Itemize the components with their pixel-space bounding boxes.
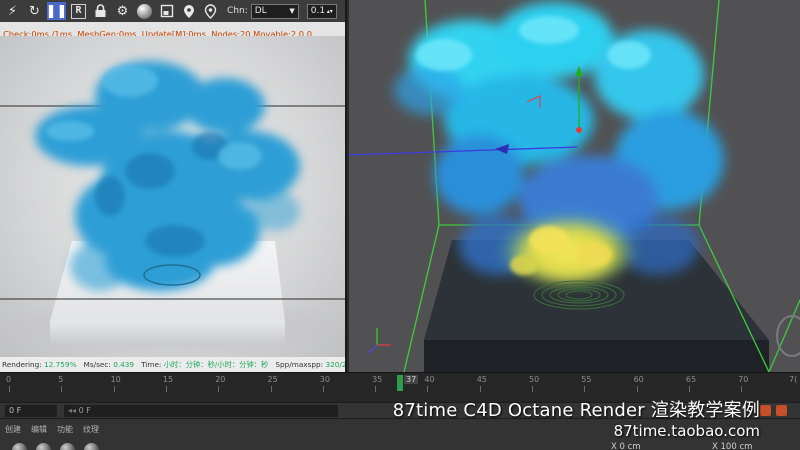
timeline-tick-mark [532, 386, 533, 392]
stepper-icon: ▴▾ [326, 7, 333, 15]
frame-field-icon: ◂◂ [68, 406, 79, 415]
material-sphere-icon[interactable] [135, 2, 154, 20]
octane-stats-bar: Check:0ms./1ms. MeshGen:0ms. Update[M]:0… [0, 22, 345, 39]
octane-toolbar: ⚡ ↻ ❚❚ R ⚙ Chn: DL ▼ 0.1 ▴▾ [0, 0, 345, 22]
pin-target-icon[interactable] [201, 2, 220, 20]
pause-icon[interactable]: ❚❚ [46, 2, 67, 20]
rendering-stat: Rendering: 12.759% [2, 360, 77, 369]
channel-value: DL [254, 6, 267, 16]
timeline-tick-label: 0 [6, 375, 12, 384]
c4d-viewport[interactable] [349, 0, 800, 372]
coordinate-x-field[interactable]: X 0 cm [611, 442, 641, 450]
timeline-tick-mark [270, 386, 272, 392]
viewport-scene-svg [349, 0, 800, 372]
pivot-point [576, 127, 582, 133]
ms-sec-stat: Ms/sec: 0.439 [83, 360, 135, 369]
material-thumbnail[interactable] [60, 443, 75, 450]
spp-stat: Spp/maxspp: 320/2508 [275, 360, 347, 369]
menu-function[interactable]: 功能 [57, 424, 73, 435]
octane-live-viewer: ⚡ ↻ ❚❚ R ⚙ Chn: DL ▼ 0.1 ▴▾ Check:0ms./1… [0, 0, 347, 372]
timeline-tick-label: 70 [738, 375, 749, 384]
menu-edit[interactable]: 编辑 [31, 424, 47, 435]
size-x-field[interactable]: X 100 cm [712, 442, 752, 450]
sample-select[interactable]: 0.1 ▴▾ [306, 3, 337, 19]
octane-status-bar: Rendering: 12.759% Ms/sec: 0.439 Time: 小… [0, 357, 347, 372]
timeline-tick-mark [61, 386, 63, 392]
timeline-tick-label: 60 [633, 375, 644, 384]
timeline-tick-mark [584, 386, 586, 392]
square-icon[interactable] [157, 2, 176, 20]
timeline-tick-mark [375, 386, 377, 392]
channel-select[interactable]: DL ▼ [250, 3, 299, 19]
octane-render-image[interactable] [0, 36, 345, 357]
timeline-tick-label: 25 [267, 375, 278, 384]
timeline-tick-mark [9, 386, 10, 392]
start-frame-field[interactable]: 0 F [5, 405, 57, 417]
timeline-tick-mark [741, 386, 743, 392]
lightning-icon[interactable]: ⚡ [3, 2, 22, 20]
timeline-tick-label: 65 [685, 375, 697, 384]
timeline-tick-mark [113, 386, 115, 392]
channel-label: Chn: [227, 6, 248, 16]
watermark-url: 87time.taobao.com [613, 422, 760, 440]
timeline-end-label: 7( [789, 375, 798, 384]
r-box-icon[interactable]: R [69, 2, 88, 20]
menu-create[interactable]: 创建 [5, 424, 21, 435]
material-thumbnail[interactable] [12, 443, 27, 450]
chevron-down-icon: ▼ [289, 7, 295, 15]
playhead[interactable] [397, 375, 403, 391]
timeline-tick-mark [218, 386, 220, 392]
pin-icon[interactable] [179, 2, 198, 20]
lock-icon[interactable] [91, 2, 110, 20]
timeline-tick-label: 30 [319, 375, 330, 384]
watermark-title: 87time C4D Octane Render 渲染教学案例 [392, 400, 760, 421]
timeline-tick-label: 50 [529, 375, 540, 384]
refresh-icon[interactable]: ↻ [25, 2, 44, 20]
material-thumbnail[interactable] [36, 443, 51, 450]
frame-field-value: 0 F [78, 406, 91, 415]
timeline-tick-mark [636, 386, 638, 392]
sample-value: 0.1 [310, 6, 326, 16]
timeline-tick-mark [165, 386, 167, 392]
timeline-tick-label: 45 [476, 375, 487, 384]
current-frame-label: 37 [404, 375, 419, 384]
timeline-tick-mark [479, 386, 481, 392]
record-button[interactable] [760, 405, 771, 416]
current-frame-field[interactable]: ◂◂ 0 F [64, 405, 338, 417]
timeline-tick-label: 40 [424, 375, 435, 384]
timeline-tick-label: 20 [215, 375, 226, 384]
timeline-tick-mark [427, 386, 429, 392]
timeline-tick-mark [322, 386, 324, 392]
timeline-tick-label: 5 [58, 375, 64, 384]
gear-icon[interactable]: ⚙ [113, 2, 132, 20]
timeline-tick-mark [688, 386, 690, 392]
timeline-tick-label: 15 [162, 375, 174, 384]
timeline-tick-label: 35 [372, 375, 383, 384]
c4d-window: ⚡ ↻ ❚❚ R ⚙ Chn: DL ▼ 0.1 ▴▾ Check:0ms./1… [0, 0, 800, 450]
time-stat: Time: 小时：分钟：秒/小时：分钟：秒 [141, 359, 269, 369]
timeline-tick-label: 10 [110, 375, 121, 384]
smoke-render-svg [0, 61, 345, 350]
material-thumbnail[interactable] [84, 443, 99, 450]
material-menu: 创建 编辑 功能 纹理 [5, 424, 99, 435]
dark-box-front [424, 340, 769, 372]
emitter-box-front [50, 321, 285, 344]
menu-texture[interactable]: 纹理 [83, 424, 99, 435]
autokey-button[interactable] [776, 405, 787, 416]
timeline-tick-label: 55 [581, 375, 592, 384]
